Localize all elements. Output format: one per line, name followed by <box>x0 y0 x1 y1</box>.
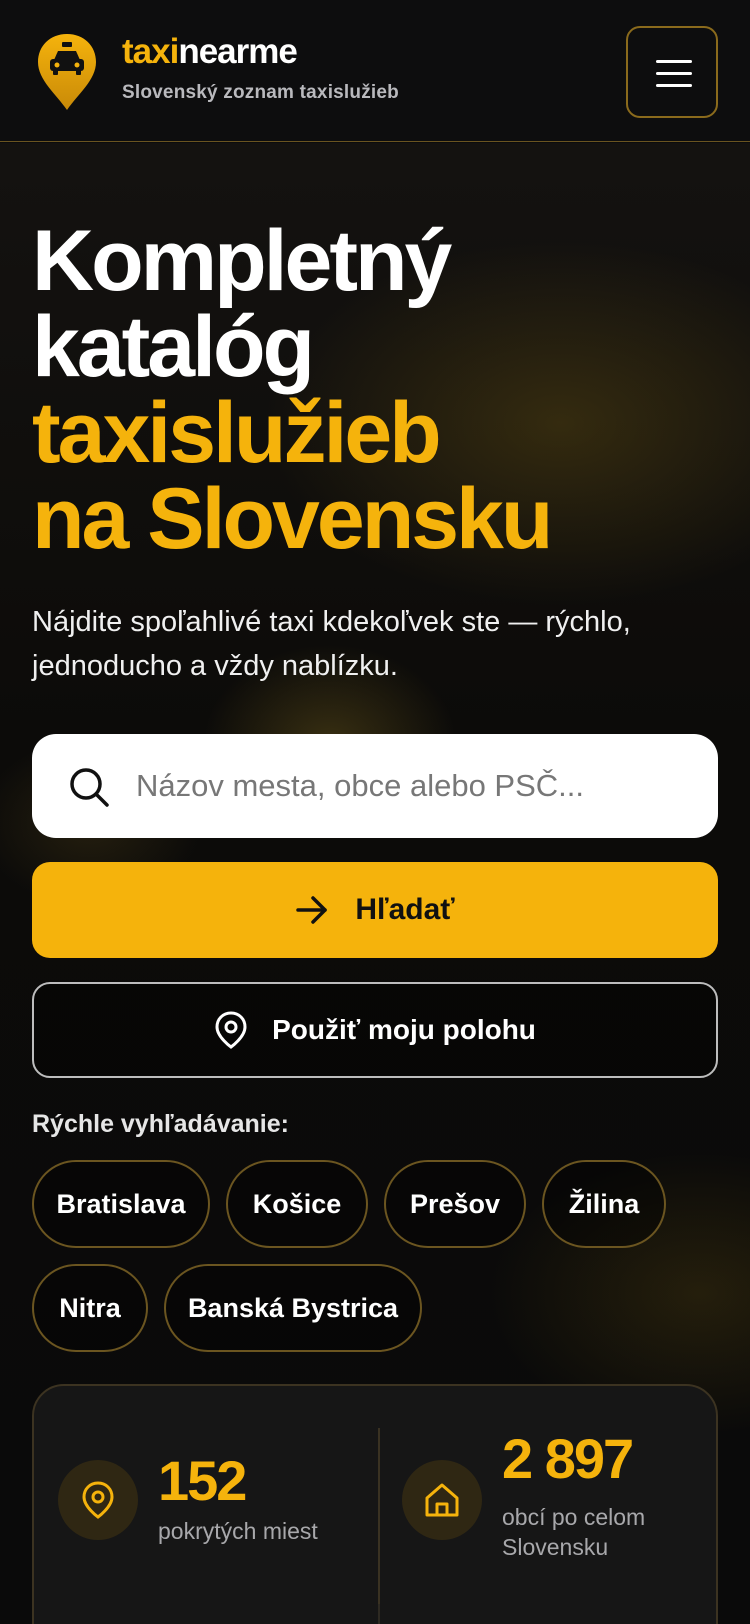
stats-card: 152 pokrytých miest 2 897 obcí po celom … <box>32 1384 718 1624</box>
search-box <box>32 734 718 838</box>
hero-title: Kompletný katalóg taxislužieb na Slovens… <box>32 218 722 562</box>
quick-search-label: Rýchle vyhľadávanie: <box>32 1110 289 1138</box>
stats-divider-lower <box>378 1604 380 1624</box>
hero-title-line-1: Kompletný <box>32 213 452 309</box>
quick-city-chip[interactable]: Žilina <box>542 1160 666 1248</box>
brand-part-taxi: taxi <box>122 32 179 71</box>
location-pin-icon <box>82 1481 114 1519</box>
home-icon <box>425 1483 459 1517</box>
stat-next-count-partial <box>504 1614 518 1624</box>
menu-icon-bar-bottom <box>656 84 692 87</box>
location-pin-icon <box>215 1011 247 1049</box>
menu-icon-bar-middle <box>656 72 692 75</box>
quick-city-chip[interactable]: Košice <box>226 1160 368 1248</box>
hero-title-line-3: taxislužieb <box>32 385 442 481</box>
use-my-location-button[interactable]: Použiť moju polohu <box>32 982 718 1078</box>
quick-city-chip[interactable]: Prešov <box>384 1160 526 1248</box>
stat-cities-icon-wrap <box>58 1460 138 1540</box>
quick-city-chip[interactable]: Nitra <box>32 1264 148 1352</box>
menu-icon-bar-top <box>656 60 692 63</box>
search-button-label: Hľadať <box>355 893 455 926</box>
brand-tagline: Slovenský zoznam taxislužieb <box>122 82 399 103</box>
search-icon <box>70 768 109 807</box>
search-button[interactable]: Hľadať <box>32 862 718 958</box>
search-input[interactable] <box>136 756 696 816</box>
stat-cities-count: 152 <box>158 1449 247 1512</box>
hero-title-line-2: katalóg <box>32 299 315 395</box>
hamburger-menu-button[interactable] <box>626 26 718 118</box>
quick-city-chip[interactable]: Bratislava <box>32 1160 210 1248</box>
site-header: taxinearme Slovenský zoznam taxislužieb <box>0 0 750 142</box>
hero-lead: Nájdite spoľahlivé taxi kdekoľvek ste — … <box>32 606 631 682</box>
brand-part-nearme: nearme <box>178 32 298 71</box>
stats-divider <box>378 1428 380 1604</box>
brand-name[interactable]: taxinearme <box>122 32 298 72</box>
stat-villages-label: obcí po celom Slovensku <box>502 1504 646 1560</box>
use-my-location-label: Použiť moju polohu <box>272 1014 536 1045</box>
arrow-right-icon <box>296 896 328 924</box>
quick-city-chip[interactable]: Banská Bystrica <box>164 1264 422 1352</box>
stat-villages-icon-wrap <box>402 1460 482 1540</box>
taxi-pin-logo-icon[interactable] <box>36 32 98 112</box>
stat-villages-count: 2 897 <box>502 1427 634 1490</box>
stat-cities-label: pokrytých miest <box>158 1518 318 1544</box>
hero-title-line-4: na Slovensku <box>32 471 553 567</box>
